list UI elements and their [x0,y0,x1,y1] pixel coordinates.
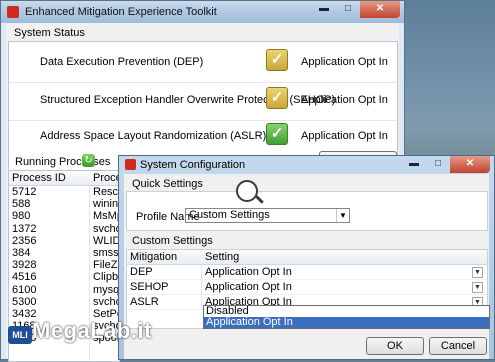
status-row-aslr: Address Space Layout Randomization (ASLR… [9,116,397,156]
minimize-button[interactable]: ▬ [402,156,426,173]
close-button[interactable]: ✕ [450,156,490,173]
main-titlebar[interactable]: Enhanced Mitigation Experience Toolkit ▬… [1,1,404,23]
table-row[interactable]: 6100 mysqld [9,284,119,296]
setting-value[interactable]: Application Opt In [205,265,292,279]
process-name-cell: WLIDSV [93,234,120,247]
status-name: Address Space Layout Randomization (ASLR… [40,130,267,142]
process-id-cell: 5712 [12,186,37,198]
dialog-window-controls: ▬ □ ✕ [402,156,490,174]
mitigation-name: ASLR [130,296,159,308]
quick-settings-panel: Profile Name Custom Settings ▼ [126,180,488,231]
quick-settings-label: Quick Settings [132,178,203,190]
status-value: Application Opt In [301,94,388,106]
status-row-sehop: Structured Exception Handler Overwrite P… [9,80,397,121]
table-row[interactable]: 5300 svchost [9,296,119,308]
dialog-titlebar[interactable]: System Configuration ▬ □ ✕ [119,156,494,174]
table-row[interactable]: 5712 Rescue [9,186,119,198]
setting-row-dep[interactable]: DEP Application Opt In ▼ [127,265,487,280]
dialog-client-area: Quick Settings Profile Name Custom Setti… [124,174,490,359]
dropdown-arrow-icon[interactable]: ▼ [336,209,349,222]
process-id-cell: 4516 [12,271,37,284]
system-configuration-dialog: System Configuration ▬ □ ✕ Quick Setting… [118,155,495,360]
process-name-cell: svchost [93,295,119,308]
minimize-button[interactable]: ▬ [312,1,336,18]
megalab-watermark: MegaLab.it [32,318,152,343]
process-name-cell: FileZilla [93,259,120,272]
dropdown-arrow-icon[interactable]: ▼ [472,267,483,278]
maximize-button[interactable]: □ [426,156,450,173]
custom-settings-label: Custom Settings [132,235,213,247]
main-window-title: Enhanced Mitigation Experience Toolkit [25,6,217,18]
process-name-cell: wininit [93,198,119,211]
search-icon [236,180,258,202]
status-value: Application Opt In [301,56,388,68]
custom-settings-header: Mitigation Setting [127,250,487,265]
check-icon: ✓ [266,49,288,71]
status-row-dep: Data Execution Prevention (DEP) ✓ Applic… [9,42,397,83]
process-id-cell: 3928 [12,259,37,272]
setting-value[interactable]: Application Opt In [205,280,292,294]
aslr-setting-dropdown-list[interactable]: Disabled Application Opt In [203,305,490,329]
maximize-button[interactable]: □ [336,1,360,18]
mitigation-name: SEHOP [130,281,169,293]
ok-button[interactable]: OK [366,337,424,355]
megalab-badge: MLI [8,326,32,344]
profile-value: Custom Settings [189,209,270,221]
dropdown-arrow-icon[interactable]: ▼ [472,282,483,293]
process-name-cell: svchost [93,222,119,235]
system-status-label: System Status [14,27,85,39]
status-name: Data Execution Prevention (DEP) [40,56,204,68]
dialog-title: System Configuration [140,159,246,171]
process-id-cell: 5300 [12,295,37,308]
table-row[interactable]: 588 wininit [9,198,119,210]
app-icon [125,159,136,170]
close-button[interactable]: ✕ [360,1,400,18]
profile-name-select[interactable]: Custom Settings ▼ [185,208,350,223]
check-icon: ✓ [266,87,288,109]
header-setting: Setting [205,251,240,263]
table-row[interactable]: 384 smss [9,247,119,259]
header-mitigation: Mitigation [130,251,178,263]
status-name: Structured Exception Handler Overwrite P… [40,94,336,106]
setting-row-sehop[interactable]: SEHOP Application Opt In ▼ [127,280,487,295]
table-row[interactable]: 4516 Clipboar [9,271,119,283]
process-id-cell: 1372 [12,222,37,235]
dropdown-option-application-opt-in[interactable]: Application Opt In [204,317,489,328]
process-name-cell: MsMpEn [93,210,119,223]
status-value: Application Opt In [301,130,388,142]
process-id-cell: 980 [12,210,31,223]
header-process[interactable]: Process [93,172,119,184]
cancel-button[interactable]: Cancel [429,337,487,355]
app-icon [7,6,19,18]
running-processes-label: Running Processes [15,156,111,168]
process-name-cell: mysqld [93,283,120,296]
table-row[interactable]: 3928 FileZilla [9,259,119,271]
mitigation-name: DEP [130,266,153,278]
table-row[interactable]: 2356 WLIDSV [9,235,119,247]
table-row[interactable]: 980 MsMpEn [9,210,119,222]
process-id-cell: 384 [12,246,31,259]
table-row[interactable]: 1372 svchost [9,223,119,235]
process-id-cell: 588 [12,198,31,211]
process-id-cell: 6100 [12,283,37,296]
process-name-cell: Rescue [93,186,119,198]
refresh-icon[interactable]: ↻ [82,154,95,167]
process-table-header: Process ID Process [9,171,119,186]
process-id-cell: 2356 [12,234,37,247]
window-controls: ▬ □ ✕ [312,1,400,19]
process-name-cell: Clipboar [93,271,119,284]
process-name-cell: smss [93,246,119,259]
header-process-id[interactable]: Process ID [12,172,66,184]
check-icon: ✓ [266,123,288,145]
